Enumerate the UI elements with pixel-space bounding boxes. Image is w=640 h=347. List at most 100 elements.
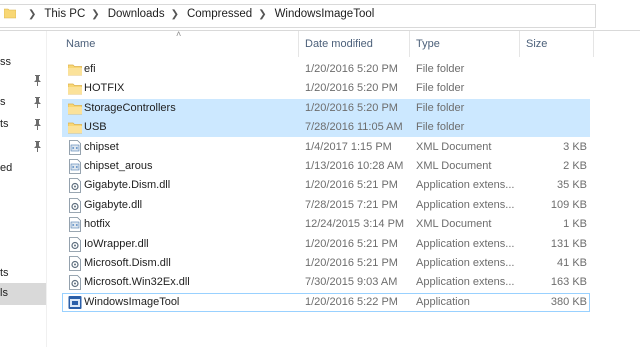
file-size: 1 KB	[563, 218, 587, 231]
breadcrumb: ❯ This PC ❯ Downloads ❯ Compressed ❯ Win…	[22, 3, 374, 25]
xml-file-icon	[68, 159, 82, 174]
breadcrumb-compressed[interactable]: Compressed	[187, 8, 252, 20]
folder-icon	[67, 120, 83, 135]
xml-file-icon	[68, 139, 82, 155]
file-row[interactable]: Gigabyte.Dism.dll 1/20/2016 5:21 PM Applic…	[62, 176, 590, 195]
file-row[interactable]: IoWrapper.dll 1/20/2016 5:21 PM Applicatio…	[62, 235, 590, 254]
chevron-right-icon[interactable]: ❯	[91, 9, 99, 20]
file-name: WindowsImageTool	[84, 295, 180, 308]
nav-item[interactable]: ss	[0, 53, 46, 73]
column-header-size[interactable]: Size	[526, 38, 547, 50]
file-size: 35 KB	[557, 179, 587, 192]
file-type: File folder	[416, 101, 465, 114]
file-size: 380 KB	[550, 295, 587, 308]
folder-icon	[67, 62, 83, 77]
file-date-modified: 7/30/2015 9:03 AM	[305, 276, 398, 289]
file-name: hotfix	[84, 218, 111, 231]
nav-item-selected[interactable]: ls	[0, 283, 46, 305]
file-name: StorageControllers	[84, 101, 176, 114]
xml-file-icon	[68, 217, 82, 233]
file-date-modified: 1/20/2016 5:21 PM	[305, 257, 398, 269]
file-size: 41 KB	[557, 257, 587, 269]
file-type: File folder	[416, 63, 465, 75]
nav-item-label: ts	[0, 118, 9, 130]
file-date-modified: 1/20/2016 5:20 PM	[305, 82, 398, 95]
column-divider[interactable]	[409, 31, 410, 57]
file-row[interactable]: Microsoft.Win32Ex.dll 7/30/2015 9:03 AM Ap…	[62, 273, 590, 292]
file-type: Application	[416, 295, 470, 308]
pane-divider[interactable]	[46, 31, 47, 347]
file-row[interactable]: chipset 1/4/2017 1:15 PM XML Document 3 KB	[62, 138, 590, 157]
pin-icon[interactable]	[33, 119, 42, 130]
file-type: Application extens...	[416, 179, 515, 192]
dll-file-icon	[68, 178, 82, 194]
file-name: IoWrapper.dll	[84, 237, 149, 250]
column-divider[interactable]	[593, 31, 594, 57]
file-row[interactable]: efi 1/20/2016 5:20 PM File folder	[62, 60, 590, 79]
breadcrumb-windowsimagetool[interactable]: WindowsImageTool	[275, 8, 375, 20]
file-row[interactable]: USB 7/28/2016 11:05 AM File folder	[62, 118, 590, 138]
nav-item-label: ss	[0, 56, 11, 68]
nav-item[interactable]: ts	[0, 115, 46, 135]
file-date-modified: 1/20/2016 5:20 PM	[305, 101, 398, 114]
navigation-pane: ss s ts ed ts ls	[0, 31, 46, 347]
nav-item-label: ts	[0, 267, 9, 279]
file-type: Application extens...	[416, 257, 515, 269]
column-header-type[interactable]: Type	[416, 38, 440, 50]
sort-ascending-icon: ˄	[176, 29, 182, 39]
nav-item[interactable]: ts	[0, 264, 46, 284]
chevron-right-icon[interactable]: ❯	[171, 9, 179, 20]
nav-item-label: ed	[0, 162, 13, 174]
column-divider[interactable]	[298, 31, 299, 57]
chevron-right-icon[interactable]: ❯	[28, 9, 36, 20]
column-header-date[interactable]: Date modified	[305, 38, 373, 50]
file-date-modified: 7/28/2016 11:05 AM	[305, 121, 403, 134]
folder-icon	[67, 101, 83, 116]
nav-item[interactable]	[0, 71, 46, 91]
file-size: 3 KB	[563, 140, 587, 153]
file-row[interactable]: StorageControllers 1/20/2016 5:20 PM File …	[62, 98, 590, 118]
file-date-modified: 1/20/2016 5:22 PM	[305, 295, 398, 308]
nav-item-label: ls	[0, 287, 8, 299]
file-row[interactable]: HOTFIX 1/20/2016 5:20 PM File folder	[62, 79, 590, 98]
file-type: XML Document	[416, 160, 492, 172]
file-size: 109 KB	[550, 198, 587, 211]
file-date-modified: 1/20/2016 5:21 PM	[305, 179, 398, 192]
file-size: 163 KB	[550, 276, 587, 289]
file-name: Gigabyte.Dism.dll	[84, 179, 171, 192]
nav-item[interactable]: ed	[0, 159, 46, 179]
file-name: Microsoft.Win32Ex.dll	[84, 276, 190, 289]
file-row[interactable]: Microsoft.Dism.dll 1/20/2016 5:21 PM Appli…	[62, 254, 590, 273]
address-bar[interactable]: ❯ This PC ❯ Downloads ❯ Compressed ❯ Win…	[0, 0, 640, 31]
pin-icon[interactable]	[33, 141, 42, 152]
nav-item[interactable]: s	[0, 93, 46, 113]
nav-item[interactable]	[0, 137, 46, 157]
nav-item-label: s	[0, 96, 6, 108]
file-name: chipset_arous	[84, 160, 153, 172]
file-name: efi	[84, 63, 96, 75]
column-header-name[interactable]: Name	[66, 38, 95, 50]
file-date-modified: 7/28/2015 7:21 PM	[305, 198, 398, 211]
file-row[interactable]: chipset_arous 1/13/2016 10:28 AM XML Docum…	[62, 157, 590, 176]
application-icon	[68, 295, 82, 310]
column-header-row: ˄ Name Date modified Type Size	[47, 29, 640, 58]
file-type: XML Document	[416, 218, 492, 231]
file-row[interactable]: Gigabyte.dll 7/28/2015 7:21 PM Application…	[62, 196, 590, 215]
folder-icon	[4, 8, 16, 19]
file-date-modified: 1/20/2016 5:20 PM	[305, 63, 398, 75]
pin-icon[interactable]	[33, 75, 42, 86]
dll-file-icon	[68, 256, 82, 271]
file-row[interactable]: WindowsImageTool 1/20/2016 5:22 PM Applica…	[62, 292, 590, 312]
file-row[interactable]: hotfix 12/24/2015 3:14 PM XML Document 1 KB	[62, 215, 590, 234]
file-date-modified: 12/24/2015 3:14 PM	[305, 218, 405, 231]
file-size: 131 KB	[550, 237, 587, 250]
breadcrumb-downloads[interactable]: Downloads	[108, 8, 165, 20]
breadcrumb-this-pc[interactable]: This PC	[44, 8, 85, 20]
file-date-modified: 1/13/2016 10:28 AM	[305, 160, 404, 172]
chevron-right-icon[interactable]: ❯	[258, 9, 266, 20]
dll-file-icon	[68, 236, 82, 252]
file-name: chipset	[84, 140, 119, 153]
dll-file-icon	[68, 275, 82, 291]
pin-icon[interactable]	[33, 97, 42, 108]
column-divider[interactable]	[519, 31, 520, 57]
